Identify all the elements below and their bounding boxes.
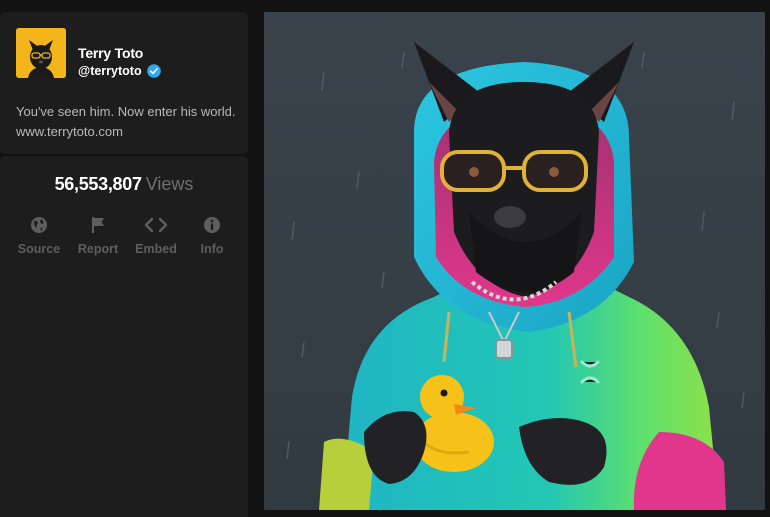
action-bar: Source Report Embed Info (10, 216, 240, 261)
views-label: Views (145, 174, 194, 194)
artwork-image[interactable] (264, 12, 765, 510)
handle-row: @terrytoto (78, 64, 161, 78)
info-icon (204, 217, 220, 233)
flag-icon (92, 217, 104, 233)
report-button[interactable]: Report (69, 216, 127, 256)
verified-badge-icon (146, 64, 161, 78)
info-button[interactable]: Info (183, 216, 241, 256)
info-label: Info (200, 242, 224, 256)
embed-label: Embed (135, 242, 177, 256)
profile-handle[interactable]: @terrytoto (78, 64, 142, 78)
source-label: Source (17, 242, 61, 256)
report-label: Report (77, 242, 119, 256)
embed-button[interactable]: Embed (127, 216, 185, 256)
profile-name[interactable]: Terry Toto (78, 45, 143, 61)
profile-bio: You've seen him. Now enter his world. ww… (16, 104, 236, 139)
source-button[interactable]: Source (10, 216, 68, 256)
page: Terry Toto @terrytoto You've seen him. N… (0, 0, 770, 517)
views-row: 56,553,807 Views (0, 174, 248, 195)
code-icon (144, 217, 168, 233)
stats-card: 56,553,807 Views Source Report Embed Inf… (0, 156, 248, 517)
profile-card: Terry Toto @terrytoto You've seen him. N… (0, 12, 248, 154)
dog-avatar-icon (16, 28, 66, 78)
globe-icon (31, 217, 47, 233)
views-count: 56,553,807 (54, 174, 142, 194)
dog-in-hoodie-illustration (264, 12, 765, 510)
avatar[interactable] (16, 28, 66, 78)
